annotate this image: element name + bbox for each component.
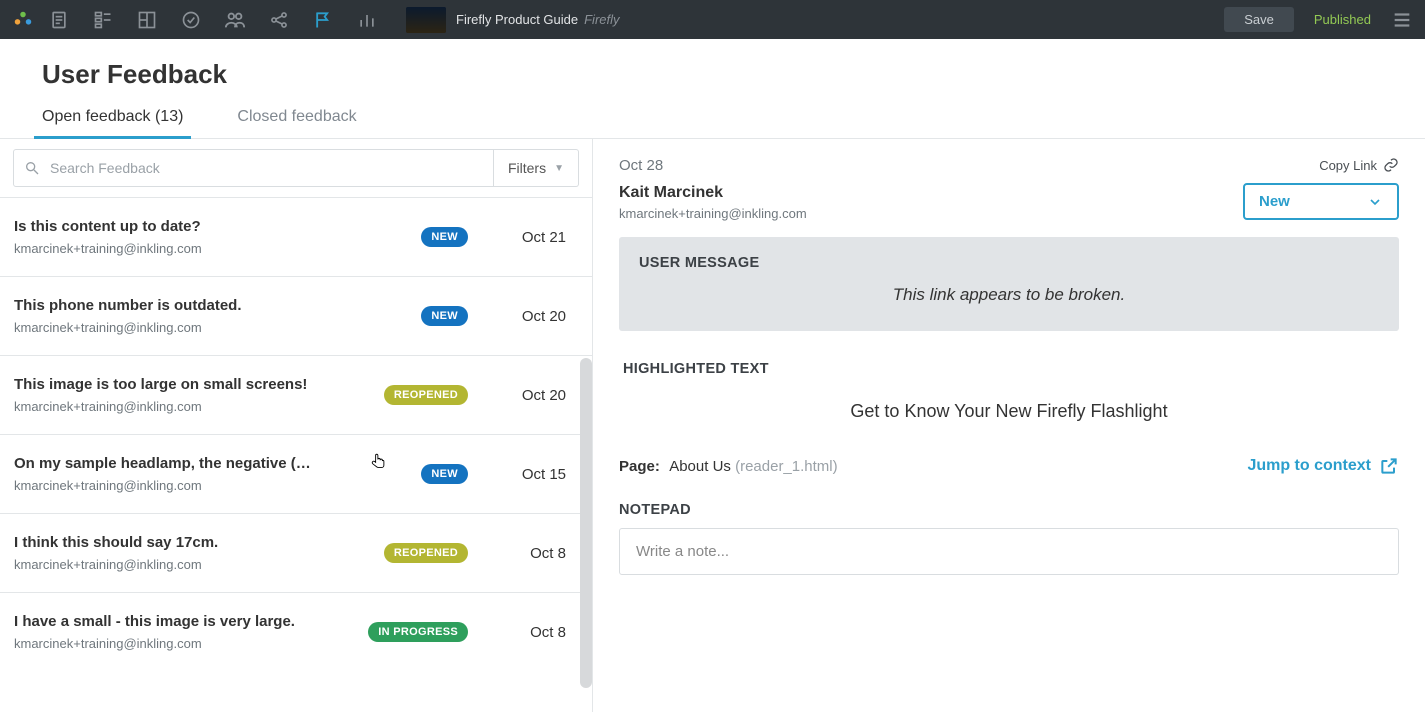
feedback-item[interactable]: This image is too large on small screens… <box>0 356 592 435</box>
detail-author-name: Kait Marcinek <box>619 184 807 202</box>
notepad-label: NOTEPAD <box>619 502 1399 518</box>
feedback-email: kmarcinek+training@inkling.com <box>14 636 358 651</box>
feedback-list[interactable]: Is this content up to date? kmarcinek+tra… <box>0 198 592 712</box>
filters-label: Filters <box>508 160 546 176</box>
chart-icon[interactable] <box>356 9 378 31</box>
highlighted-label: HIGHLIGHTED TEXT <box>623 361 1395 377</box>
chevron-down-icon <box>1367 194 1383 210</box>
tab-closed-feedback[interactable]: Closed feedback <box>237 108 356 138</box>
copy-link-label: Copy Link <box>1319 158 1377 173</box>
feedback-title: I think this should say 17cm. <box>14 534 314 551</box>
feedback-title: I have a small - this image is very larg… <box>14 613 314 630</box>
publish-status: Published <box>1314 12 1371 27</box>
feedback-date: Oct 8 <box>482 545 566 562</box>
tab-open-feedback[interactable]: Open feedback (13) <box>42 108 183 138</box>
detail-author-email: kmarcinek+training@inkling.com <box>619 206 807 221</box>
tabs: Open feedback (13) Closed feedback <box>42 108 1383 138</box>
page-name: About Us <box>669 458 731 475</box>
feedback-title: This image is too large on small screens… <box>14 376 314 393</box>
highlighted-text: Get to Know Your New Firefly Flashlight <box>623 401 1395 422</box>
search-row: Filters ▼ <box>0 139 592 198</box>
notepad-section: NOTEPAD Write a note... <box>619 502 1399 575</box>
doc-thumbnail <box>406 7 446 33</box>
highlighted-panel: HIGHLIGHTED TEXT Get to Know Your New Fi… <box>619 361 1399 422</box>
feedback-title: This phone number is outdated. <box>14 297 314 314</box>
feedback-date: Oct 20 <box>482 308 566 325</box>
page-row: Page: About Us (reader_1.html) Jump to c… <box>619 456 1399 476</box>
approve-icon[interactable] <box>180 9 202 31</box>
feedback-list-column: Filters ▼ Is this content up to date? kma… <box>0 139 593 712</box>
feedback-date: Oct 15 <box>482 466 566 483</box>
doc-title: Firefly Product Guide <box>456 12 578 27</box>
save-button[interactable]: Save <box>1224 7 1294 32</box>
feedback-date: Oct 8 <box>482 624 566 641</box>
search-input[interactable] <box>50 160 483 176</box>
feedback-item[interactable]: I think this should say 17cm. kmarcinek+t… <box>0 514 592 593</box>
feedback-item[interactable]: Is this content up to date? kmarcinek+tra… <box>0 198 592 277</box>
hamburger-menu-icon[interactable] <box>1391 9 1413 31</box>
status-badge: NEW <box>421 306 468 326</box>
status-badge: REOPENED <box>384 385 468 405</box>
status-badge: NEW <box>421 227 468 247</box>
users-icon[interactable] <box>224 9 246 31</box>
search-box[interactable] <box>13 149 494 187</box>
doc-chip[interactable]: Firefly Product Guide Firefly <box>406 7 620 33</box>
feedback-email: kmarcinek+training@inkling.com <box>14 241 411 256</box>
jump-to-context-link[interactable]: Jump to context <box>1247 456 1399 476</box>
structure-icon[interactable] <box>92 9 114 31</box>
status-dropdown[interactable]: New <box>1243 183 1399 220</box>
feedback-date: Oct 21 <box>482 229 566 246</box>
feedback-item[interactable]: This phone number is outdated. kmarcinek+… <box>0 277 592 356</box>
search-icon <box>24 160 40 176</box>
status-value: New <box>1259 193 1290 210</box>
feedback-item[interactable]: I have a small - this image is very larg… <box>0 593 592 671</box>
detail-date: Oct 28 <box>619 157 807 174</box>
status-badge: NEW <box>421 464 468 484</box>
copy-link-button[interactable]: Copy Link <box>1319 157 1399 173</box>
jump-label: Jump to context <box>1247 457 1371 475</box>
user-message-label: USER MESSAGE <box>639 255 1379 271</box>
feedback-detail-column: Oct 28 Kait Marcinek kmarcinek+training@… <box>593 139 1425 712</box>
feedback-item[interactable]: On my sample headlamp, the negative (-) … <box>0 435 592 514</box>
status-badge: IN PROGRESS <box>368 622 468 642</box>
filters-button[interactable]: Filters ▼ <box>494 149 579 187</box>
feedback-email: kmarcinek+training@inkling.com <box>14 557 374 572</box>
share-icon[interactable] <box>268 9 290 31</box>
body-split: Filters ▼ Is this content up to date? kma… <box>0 139 1425 712</box>
tool-icons <box>48 9 378 31</box>
page-icon[interactable] <box>48 9 70 31</box>
notepad-input[interactable]: Write a note... <box>619 528 1399 575</box>
doc-subtitle: Firefly <box>584 12 619 27</box>
layout-icon[interactable] <box>136 9 158 31</box>
feedback-email: kmarcinek+training@inkling.com <box>14 478 411 493</box>
link-icon <box>1383 157 1399 173</box>
feedback-title: Is this content up to date? <box>14 218 314 235</box>
scrollbar[interactable] <box>580 358 592 688</box>
app-logo-icon[interactable] <box>12 9 34 31</box>
status-badge: REOPENED <box>384 543 468 563</box>
feedback-email: kmarcinek+training@inkling.com <box>14 399 374 414</box>
external-link-icon <box>1379 456 1399 476</box>
feedback-title: On my sample headlamp, the negative (-) … <box>14 455 314 472</box>
user-message-text: This link appears to be broken. <box>639 285 1379 305</box>
chevron-down-icon: ▼ <box>554 163 564 174</box>
feedback-date: Oct 20 <box>482 387 566 404</box>
flag-icon[interactable] <box>312 9 334 31</box>
page-file: (reader_1.html) <box>735 458 838 475</box>
topbar: Firefly Product Guide Firefly Save Publi… <box>0 0 1425 39</box>
user-message-panel: USER MESSAGE This link appears to be bro… <box>619 237 1399 331</box>
page-header: User Feedback Open feedback (13) Closed … <box>0 39 1425 139</box>
page-label: Page: <box>619 458 660 475</box>
feedback-email: kmarcinek+training@inkling.com <box>14 320 411 335</box>
page-title: User Feedback <box>42 59 1383 90</box>
